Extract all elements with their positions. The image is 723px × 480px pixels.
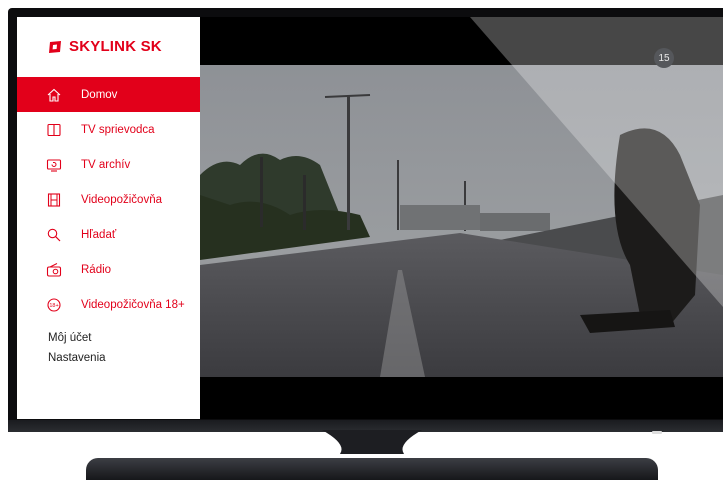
menu-item-label: Hľadať	[81, 228, 117, 241]
svg-text:18+: 18+	[49, 303, 58, 309]
menu-item-tv-archiv[interactable]: TV archív	[17, 147, 200, 182]
brand-logo: SKYLINK SK	[47, 38, 162, 55]
tv-screen: 15 SKYLINK SK Domov TV sprievodca TV arc…	[17, 17, 723, 419]
menu-item-label: Videopožičovňa 18+	[81, 298, 185, 311]
radio-icon	[46, 262, 62, 278]
film-icon	[46, 192, 62, 208]
menu-item-radio[interactable]: Rádio	[17, 252, 200, 287]
menu-item-label: TV sprievodca	[81, 123, 155, 136]
menu-item-label: Domov	[81, 88, 118, 101]
menu-item-hladat[interactable]: Hľadať	[17, 217, 200, 252]
menu-item-label: Rádio	[81, 263, 112, 276]
adult-18-icon: 18+	[46, 297, 62, 313]
skylink-logo-icon	[49, 40, 61, 53]
video-player[interactable]	[200, 17, 723, 419]
menu-item-videopozicovna-18[interactable]: 18+ Videopožičovňa 18+	[17, 287, 200, 322]
tv-power-led	[652, 431, 662, 434]
screen-glare-overlay	[470, 17, 723, 307]
menu-item-tv-sprievodca[interactable]: TV sprievodca	[17, 112, 200, 147]
search-icon	[46, 227, 62, 243]
sidebar: SKYLINK SK Domov TV sprievodca TV archív	[17, 17, 200, 419]
menu-item-videopozicovna[interactable]: Videopožičovňa	[17, 182, 200, 217]
age-rating-badge: 15	[654, 48, 674, 68]
book-icon	[46, 122, 62, 138]
brand-name: SKYLINK SK	[69, 38, 162, 55]
tv-stand-neck	[322, 430, 422, 454]
menu-item-domov[interactable]: Domov	[17, 77, 200, 112]
menu-item-label: Videopožičovňa	[81, 193, 162, 206]
home-icon	[46, 87, 62, 103]
tv-replay-icon	[46, 157, 62, 173]
main-menu: Domov TV sprievodca TV archív Videopožič…	[17, 77, 200, 322]
settings-link[interactable]: Nastavenia	[48, 352, 106, 364]
my-account-link[interactable]: Môj účet	[48, 332, 91, 344]
menu-item-label: TV archív	[81, 158, 131, 171]
